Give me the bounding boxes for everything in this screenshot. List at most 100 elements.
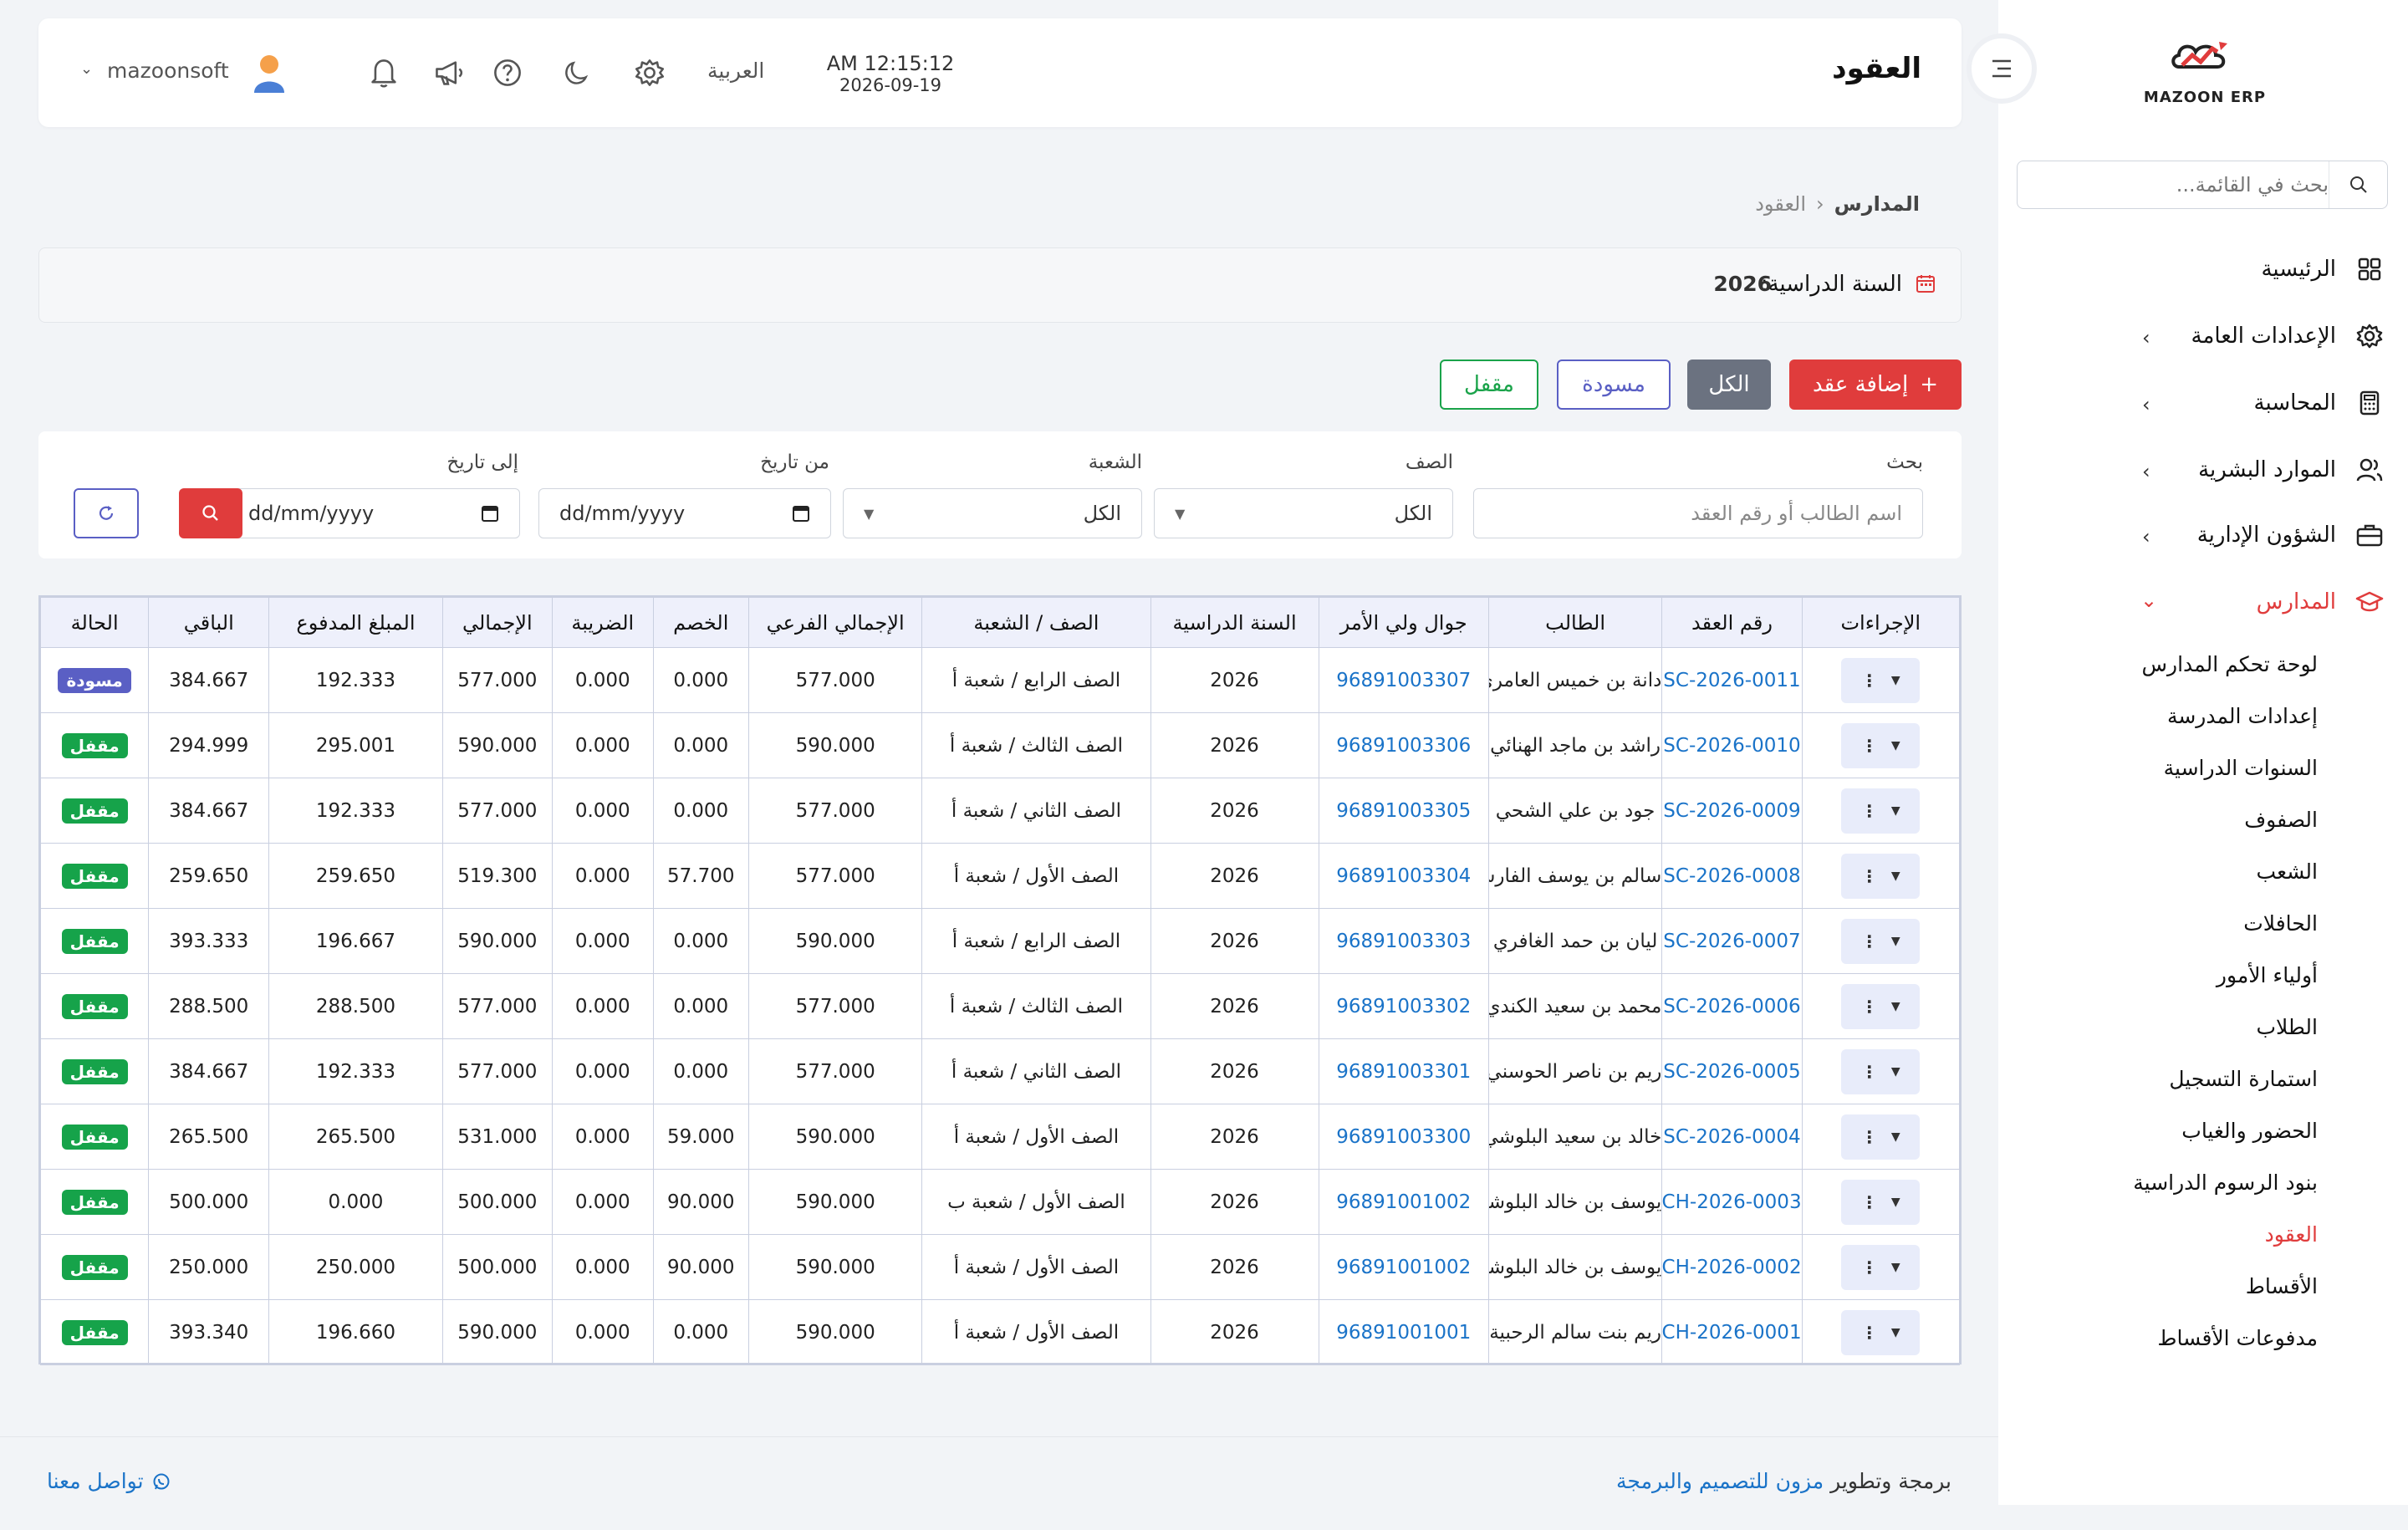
cell-phone[interactable]: 96891001002	[1318, 1234, 1489, 1300]
sidebar-item-home[interactable]: الرئيسية	[2017, 244, 2388, 294]
help-icon[interactable]	[487, 52, 528, 94]
row-actions-button[interactable]: ▼ ⋮	[1841, 788, 1921, 834]
to-date-input[interactable]: dd/mm/yyyy	[227, 488, 520, 538]
sidebar-subitem[interactable]: لوحة تحكم المدارس	[2142, 652, 2319, 686]
cell-contract[interactable]: SC-2026-0005	[1661, 1038, 1803, 1104]
sidebar-subitem[interactable]: الصفوف	[2244, 808, 2318, 841]
sidebar-item-general-settings[interactable]: الإعدادات العامة ‹	[2017, 311, 2388, 361]
cell-contract[interactable]: SC-2026-0009	[1661, 778, 1803, 844]
table-row: ▼ ⋮ SCH-2026-0003 يوسف بن خالد البلوشي 96891…	[39, 1169, 1961, 1235]
moon-icon[interactable]	[555, 52, 597, 94]
grade-select[interactable]: الكل ▼	[1154, 488, 1453, 538]
sidebar-subitem[interactable]: أولياء الأمور	[2217, 963, 2318, 997]
filter-draft-button[interactable]: مسودة	[1557, 360, 1671, 410]
sidebar-item-hr[interactable]: الموارد البشرية ‹	[2017, 445, 2388, 495]
cell-phone[interactable]: 96891001002	[1318, 1169, 1489, 1235]
contact-us-link[interactable]: تواصل معنا	[47, 1469, 171, 1493]
sidebar-subitem[interactable]: الحافلات	[2243, 911, 2318, 945]
sidebar-subitem[interactable]: الشعب	[2257, 859, 2318, 893]
cell-subtotal: 577.000	[747, 843, 923, 909]
cell-status: مقفل	[39, 712, 150, 778]
sidebar-item-admin-affairs[interactable]: الشؤون الإدارية ‹	[2017, 510, 2388, 560]
cell-contract[interactable]: SCH-2026-0001	[1661, 1299, 1803, 1365]
cell-grade: الصف الرابع / شعبة أ	[921, 908, 1151, 974]
row-actions-button[interactable]: ▼ ⋮	[1841, 1048, 1921, 1094]
row-actions-button[interactable]: ▼ ⋮	[1841, 1309, 1921, 1355]
cell-paid: 192.333	[268, 778, 443, 844]
cell-phone[interactable]: 96891003302	[1318, 973, 1489, 1039]
avatar[interactable]	[246, 50, 293, 97]
bell-icon[interactable]	[363, 52, 405, 94]
row-actions-button[interactable]: ▼ ⋮	[1841, 1114, 1921, 1160]
breadcrumb-root[interactable]: المدارس	[1834, 192, 1920, 216]
sidebar-search-input[interactable]	[2036, 161, 2329, 208]
sidebar-item-schools[interactable]: المدارس ⌄	[2017, 577, 2388, 627]
actions-cell: ▼ ⋮	[1801, 973, 1961, 1039]
cell-contract[interactable]: SC-2026-0008	[1661, 843, 1803, 909]
sidebar-subitem[interactable]: بنود الرسوم الدراسية	[2133, 1170, 2318, 1204]
cell-contract[interactable]: SCH-2026-0003	[1661, 1169, 1803, 1235]
search-button[interactable]	[179, 488, 242, 538]
cell-subtotal: 577.000	[747, 778, 923, 844]
cell-discount: 90.000	[652, 1234, 749, 1300]
cell-student: ريم بنت سالم الرحبية	[1487, 1299, 1663, 1365]
cell-phone[interactable]: 96891003304	[1318, 843, 1489, 909]
row-actions-button[interactable]: ▼ ⋮	[1841, 918, 1921, 964]
sidebar-toggle-button[interactable]	[1967, 33, 2037, 104]
reset-button[interactable]	[74, 488, 139, 538]
cell-grade: الصف الثالث / شعبة أ	[921, 712, 1151, 778]
filter-locked-button[interactable]: مقفل	[1440, 360, 1538, 410]
sidebar-item-label: الشؤون الإدارية	[2196, 523, 2336, 548]
section-select[interactable]: الكل ▼	[843, 488, 1142, 538]
megaphone-icon[interactable]	[428, 52, 470, 94]
sidebar-subitem[interactable]: الأقساط	[2246, 1274, 2318, 1308]
cell-phone[interactable]: 96891003307	[1318, 647, 1489, 713]
sidebar-subitem[interactable]: السنوات الدراسية	[2164, 756, 2318, 789]
from-date-input[interactable]: dd/mm/yyyy	[538, 488, 831, 538]
row-actions-button[interactable]: ▼ ⋮	[1841, 722, 1921, 768]
cell-phone[interactable]: 96891003303	[1318, 908, 1489, 974]
cell-contract[interactable]: SC-2026-0007	[1661, 908, 1803, 974]
footer-company-link[interactable]: مزون للتصميم والبرمجة	[1616, 1469, 1824, 1493]
sidebar-subitem[interactable]: إعدادات المدرسة	[2167, 704, 2318, 737]
cell-contract[interactable]: SC-2026-0004	[1661, 1104, 1803, 1170]
cell-contract[interactable]: SCH-2026-0002	[1661, 1234, 1803, 1300]
chevron-left-icon: ‹	[2142, 393, 2150, 416]
row-actions-button[interactable]: ▼ ⋮	[1841, 657, 1921, 703]
column-header: الخصم	[652, 597, 749, 648]
app-logo[interactable]: MAZOON ERP	[2134, 33, 2276, 110]
actions-cell: ▼ ⋮	[1801, 1104, 1961, 1170]
cell-phone[interactable]: 96891001001	[1318, 1299, 1489, 1365]
cell-phone[interactable]: 96891003300	[1318, 1104, 1489, 1170]
filter-all-button[interactable]: الكل	[1687, 360, 1771, 410]
cell-status: مقفل	[39, 1169, 150, 1235]
row-actions-button[interactable]: ▼ ⋮	[1841, 1179, 1921, 1225]
cell-phone[interactable]: 96891003305	[1318, 778, 1489, 844]
chevron-down-icon[interactable]: ⌄	[80, 60, 93, 78]
gear-icon[interactable]	[629, 52, 671, 94]
row-actions-button[interactable]: ▼ ⋮	[1841, 1244, 1921, 1290]
sidebar-search-button[interactable]	[2329, 161, 2387, 208]
actions-cell: ▼ ⋮	[1801, 1038, 1961, 1104]
row-actions-button[interactable]: ▼ ⋮	[1841, 853, 1921, 899]
sidebar-subitem[interactable]: الحضور والغياب	[2181, 1119, 2318, 1152]
sidebar-item-accounting[interactable]: المحاسبة ‹	[2017, 378, 2388, 428]
sidebar-subitem[interactable]: استمارة التسجيل	[2169, 1067, 2318, 1100]
actions-cell: ▼ ⋮	[1801, 1234, 1961, 1300]
language-switch[interactable]: العربية	[707, 59, 764, 83]
sidebar-subitem[interactable]: الطلاب	[2256, 1015, 2318, 1048]
cell-tax: 0.000	[551, 843, 654, 909]
cell-phone[interactable]: 96891003301	[1318, 1038, 1489, 1104]
row-actions-button[interactable]: ▼ ⋮	[1841, 983, 1921, 1029]
cell-paid: 196.660	[268, 1299, 443, 1365]
cell-discount: 0.000	[652, 1038, 749, 1104]
search-input[interactable]: اسم الطالب أو رقم العقد	[1473, 488, 1923, 538]
cell-phone[interactable]: 96891003306	[1318, 712, 1489, 778]
sidebar-subitem[interactable]: العقود	[2265, 1222, 2318, 1256]
cell-contract[interactable]: SC-2026-0010	[1661, 712, 1803, 778]
sidebar-subitem[interactable]: مدفوعات الأقساط	[2157, 1326, 2318, 1359]
add-contract-button[interactable]: + إضافة عقد	[1789, 360, 1962, 410]
cell-contract[interactable]: SC-2026-0011	[1661, 647, 1803, 713]
cell-contract[interactable]: SC-2026-0006	[1661, 973, 1803, 1039]
username[interactable]: mazoonsoft	[107, 59, 229, 83]
